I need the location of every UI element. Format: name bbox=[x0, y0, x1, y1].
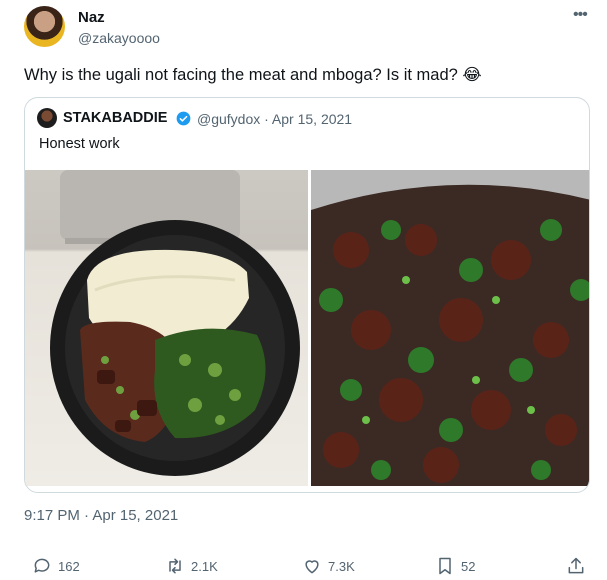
heart-icon bbox=[305, 560, 319, 574]
bookmark-button[interactable]: 52 bbox=[435, 556, 475, 576]
author-name[interactable]: Naz bbox=[78, 9, 105, 26]
quote-author-name[interactable]: STAKABADDIE bbox=[63, 110, 167, 126]
quote-handle-date: @gufydox · Apr 15, 2021 bbox=[197, 111, 353, 127]
bookmark-count: 52 bbox=[461, 558, 476, 574]
quote-author-avatar[interactable] bbox=[37, 108, 57, 128]
like-button[interactable]: 7.3K bbox=[302, 556, 355, 576]
author-handle[interactable]: @zakayoooo bbox=[78, 30, 160, 46]
reply-icon bbox=[34, 558, 50, 573]
bookmark-icon bbox=[439, 557, 451, 575]
quoted-tweet[interactable]: STAKABADDIE @gufydox · Apr 15, 2021 Hone… bbox=[24, 97, 590, 493]
more-icon[interactable]: ••• bbox=[573, 6, 588, 24]
meat-pan-photo[interactable] bbox=[311, 170, 589, 486]
ugali-plate-photo[interactable] bbox=[25, 170, 308, 486]
verified-badge-icon bbox=[176, 111, 191, 126]
like-count: 7.3K bbox=[328, 558, 355, 574]
retweet-button[interactable]: 2.1K bbox=[165, 556, 218, 576]
tweet-text: Why is the ugali not facing the meat and… bbox=[24, 66, 482, 84]
author-avatar[interactable] bbox=[24, 6, 65, 47]
share-icon bbox=[568, 557, 584, 574]
tweet-timestamp[interactable]: 9:17 PM · Apr 15, 2021 bbox=[24, 507, 178, 524]
quote-text: Honest work bbox=[39, 136, 120, 152]
reply-button[interactable]: 162 bbox=[32, 556, 80, 576]
retweet-icon bbox=[169, 558, 181, 574]
retweet-count: 2.1K bbox=[191, 558, 218, 574]
share-button[interactable] bbox=[566, 556, 592, 576]
reply-count: 162 bbox=[58, 558, 80, 574]
